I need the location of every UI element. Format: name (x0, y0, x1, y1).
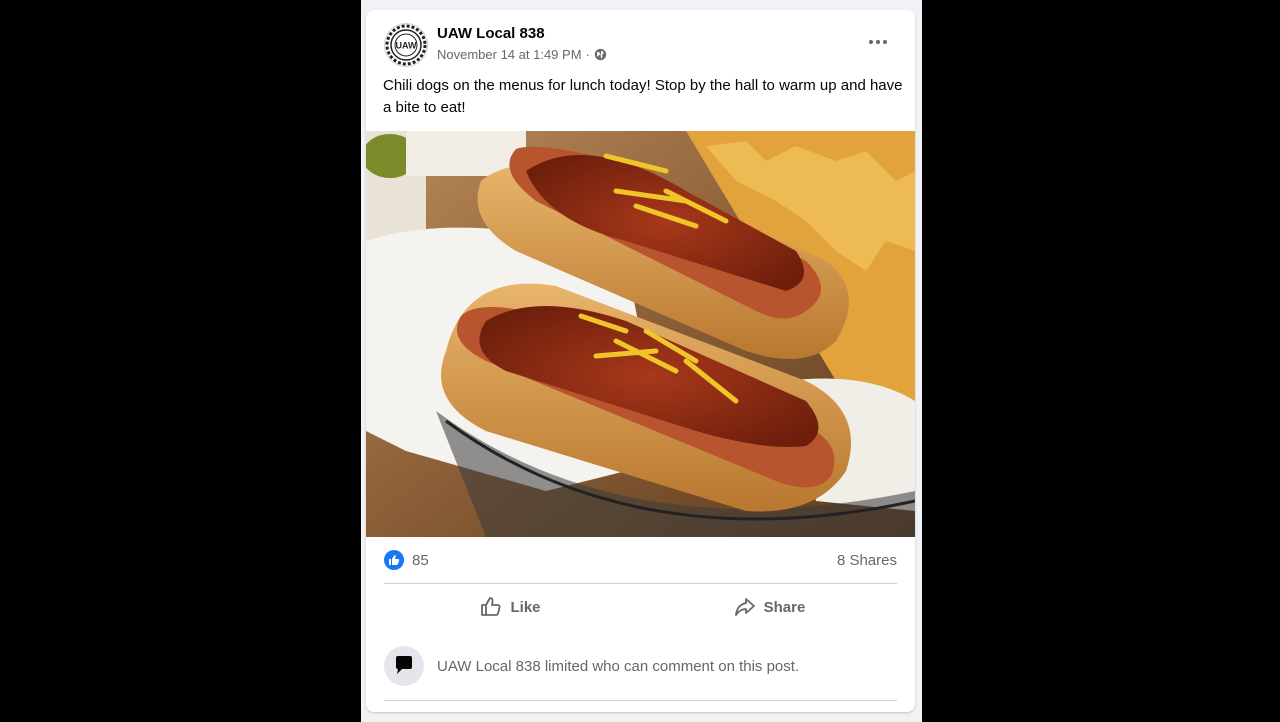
more-dot-icon (876, 40, 880, 44)
post-stats: 85 8 Shares (384, 550, 897, 572)
post-photo[interactable] (366, 131, 915, 537)
like-button[interactable]: Like (383, 592, 638, 622)
globe-icon (594, 48, 607, 61)
svg-text:UAW: UAW (396, 41, 418, 51)
meta-separator: · (585, 47, 590, 62)
reactions-summary[interactable]: 85 (384, 550, 429, 570)
more-dot-icon (869, 40, 873, 44)
share-label: Share (763, 598, 806, 616)
comment-restriction-notice: UAW Local 838 limited who can comment on… (384, 646, 799, 686)
uaw-logo-icon: UAW (385, 24, 427, 66)
page-avatar[interactable]: UAW (384, 23, 428, 67)
post-timestamp[interactable]: November 14 at 1:49 PM (437, 47, 582, 62)
reaction-count: 85 (412, 551, 429, 569)
stats-divider (384, 583, 897, 584)
share-button[interactable]: Share (642, 592, 897, 622)
share-count[interactable]: 8 Shares (837, 552, 897, 569)
news-feed: UAW UAW Local 838 November 14 at 1:49 PM… (361, 0, 922, 722)
like-reaction-icon (384, 550, 404, 570)
post-card: UAW UAW Local 838 November 14 at 1:49 PM… (366, 10, 915, 712)
comment-notice-text: UAW Local 838 limited who can comment on… (437, 657, 800, 675)
share-arrow-icon (734, 598, 755, 616)
footer-divider (384, 700, 897, 701)
post-text: Chili dogs on the menus for lunch today!… (383, 77, 903, 116)
more-options-button[interactable] (863, 34, 893, 50)
like-label: Like (510, 598, 541, 616)
thumbs-up-icon (481, 597, 501, 616)
speech-bubble-icon (384, 646, 424, 686)
more-dot-icon (883, 40, 887, 44)
post-meta: November 14 at 1:49 PM · (437, 47, 607, 62)
page-name-link[interactable]: UAW Local 838 (437, 25, 545, 42)
